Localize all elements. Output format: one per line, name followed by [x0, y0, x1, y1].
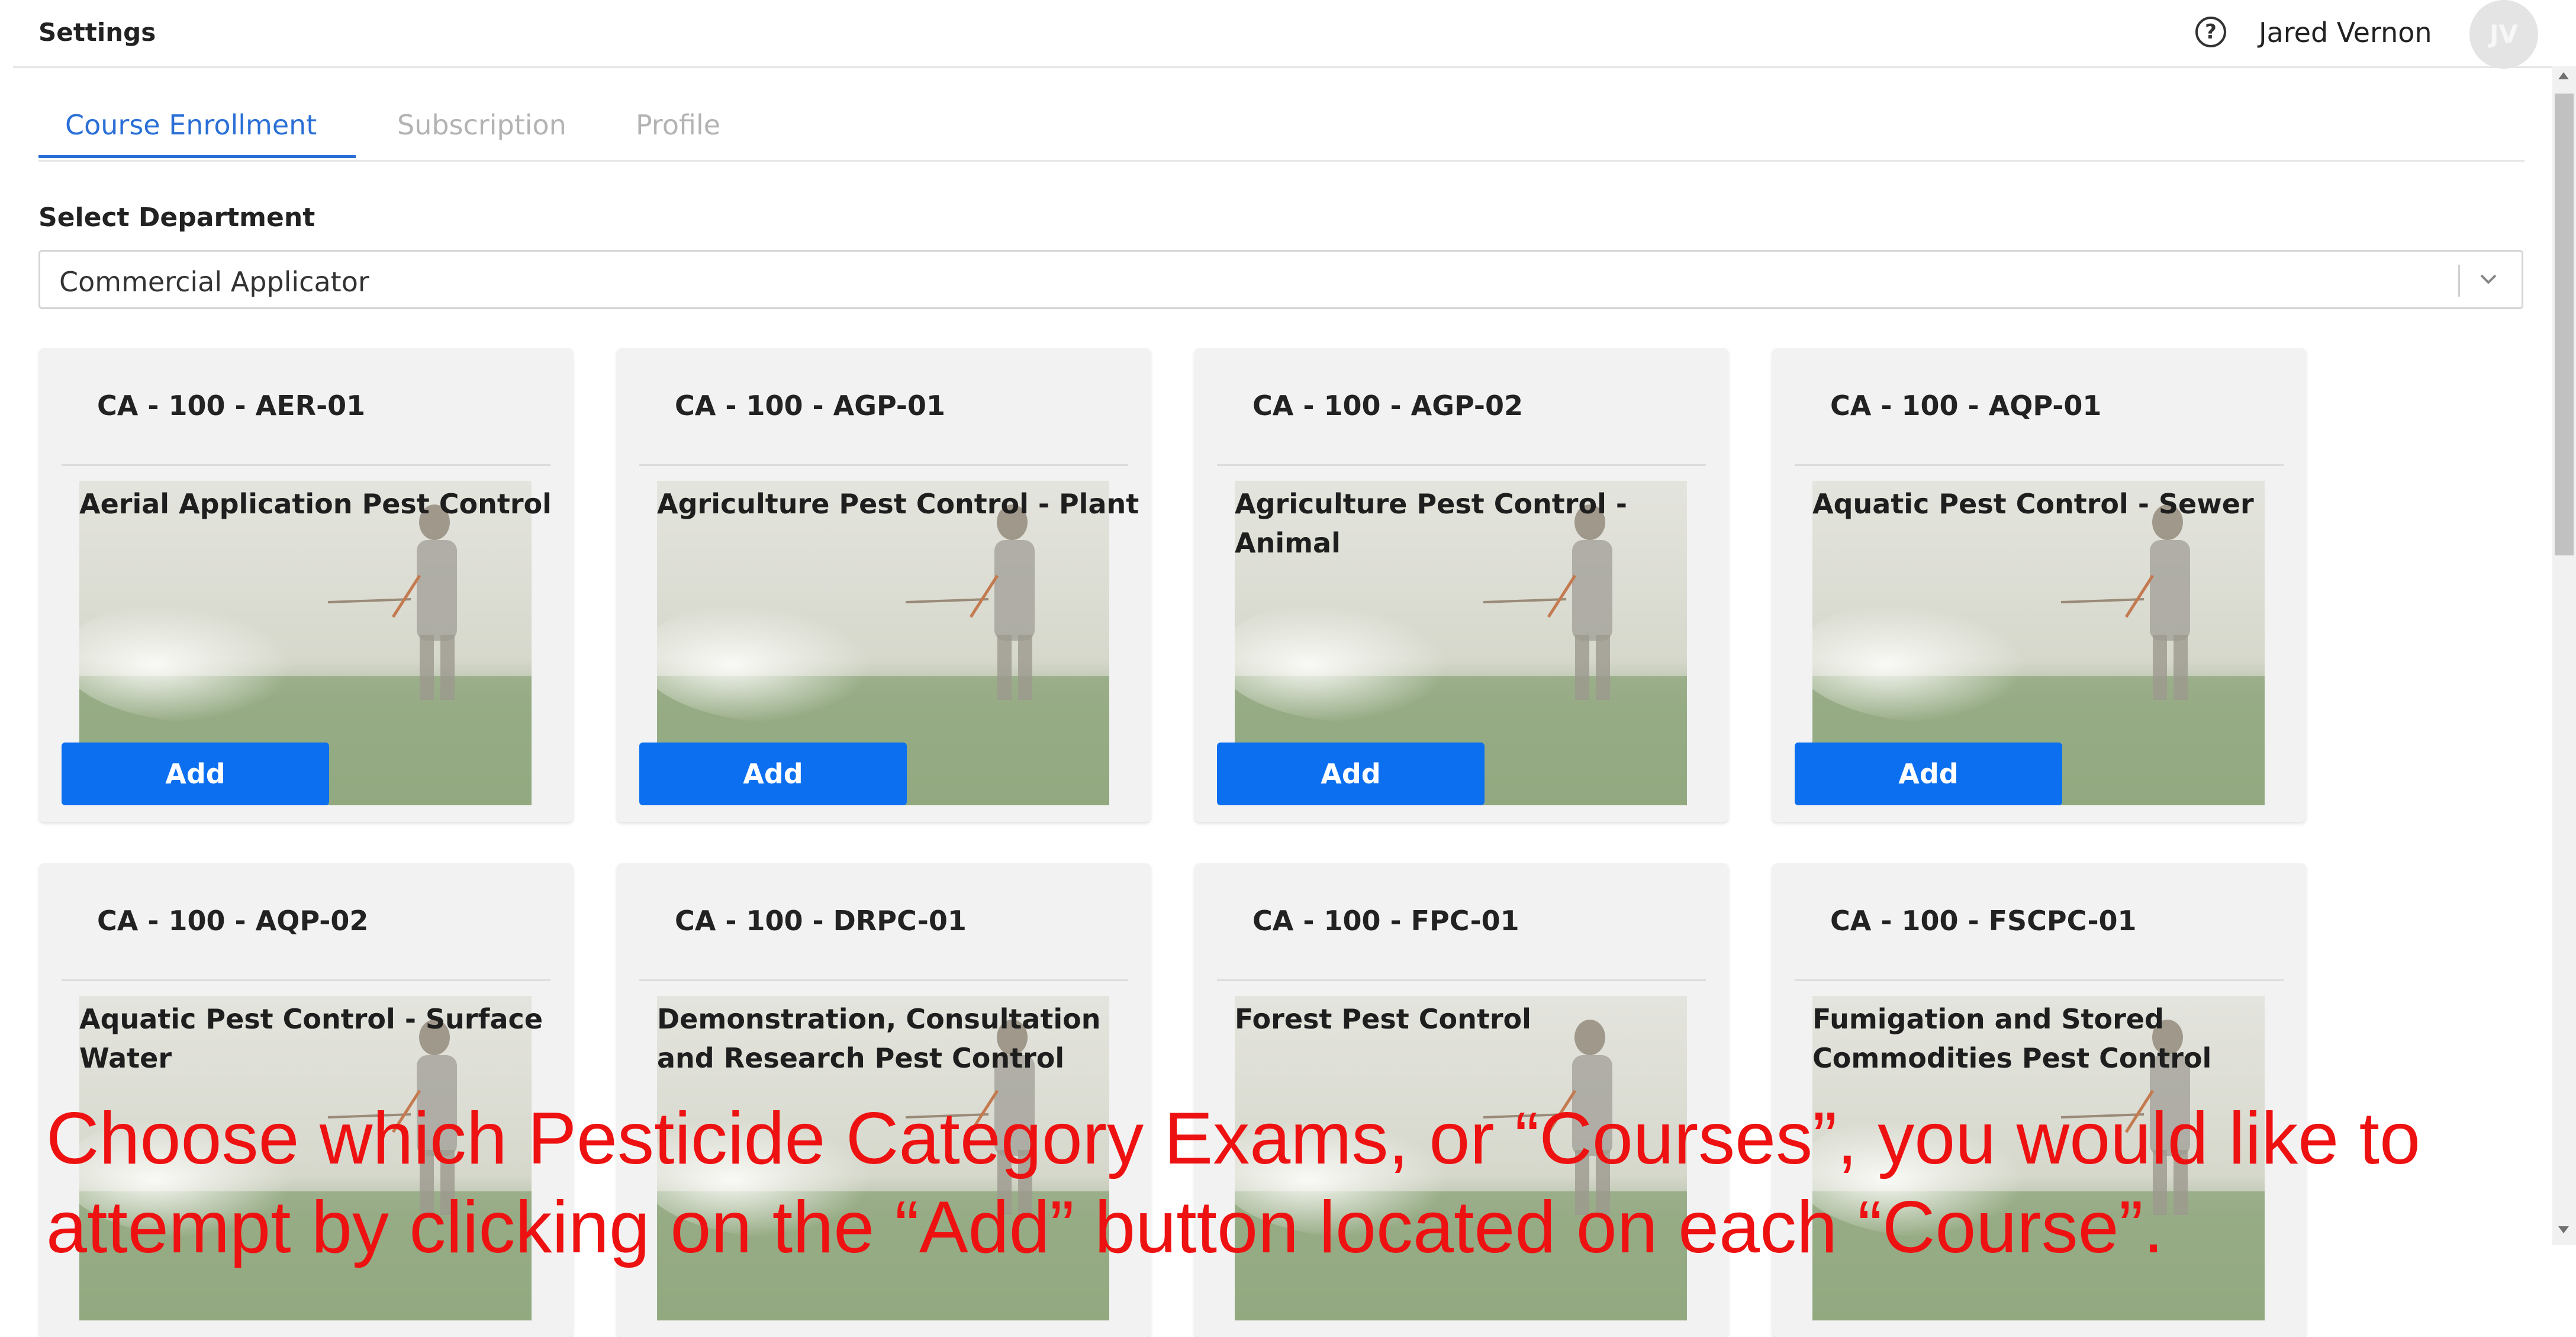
tab-bar: Course Enrollment Subscription Profile: [38, 95, 2525, 162]
scroll-up-arrow-icon[interactable]: [2558, 72, 2569, 79]
course-code: CA - 100 - FPC-01: [1252, 905, 1519, 937]
card-divider: [1217, 464, 1706, 466]
course-code: CA - 100 - DRPC-01: [675, 905, 967, 937]
department-label: Select Department: [38, 203, 315, 233]
tab-subscription[interactable]: Subscription: [397, 109, 566, 141]
course-title: Aerial Application Pest Control: [79, 488, 552, 520]
course-title: Aquatic Pest Control - Sewer: [1812, 488, 2254, 520]
scroll-thumb[interactable]: [2555, 94, 2574, 555]
course-title: Demonstration, Consultation and Research…: [657, 1003, 1101, 1074]
card-divider: [1795, 979, 2284, 981]
add-course-button[interactable]: Add: [1795, 743, 2062, 805]
header: Settings ? Jared Vernon JV: [13, 0, 2552, 69]
course-code: CA - 100 - AQP-01: [1830, 390, 2102, 422]
course-title: Forest Pest Control: [1235, 1003, 1531, 1035]
course-code: CA - 100 - FSCPC-01: [1830, 905, 2137, 937]
card-divider: [1217, 979, 1706, 981]
course-code: CA - 100 - AGP-01: [675, 390, 945, 422]
chevron-down-icon[interactable]: [2477, 267, 2500, 291]
settings-app: Settings ? Jared Vernon JV Course Enroll…: [13, 0, 2552, 1337]
course-code: CA - 100 - AQP-02: [97, 905, 369, 937]
course-title: Agriculture Pest Control - Animal: [1235, 488, 1627, 559]
course-card: CA - 100 - AQP-01 Aquatic Pest Control - …: [1772, 348, 2306, 822]
vertical-scrollbar[interactable]: [2552, 66, 2576, 1245]
course-code: CA - 100 - AER-01: [97, 390, 366, 422]
page-title: Settings: [38, 18, 156, 47]
course-title: Aquatic Pest Control - Surface Water: [79, 1003, 543, 1074]
card-divider: [639, 979, 1128, 981]
course-code: CA - 100 - AGP-02: [1252, 390, 1523, 422]
avatar[interactable]: JV: [2469, 0, 2538, 69]
help-circle-icon[interactable]: ?: [2195, 17, 2226, 47]
course-card: CA - 100 - AGP-01 Agriculture Pest Contro…: [617, 348, 1151, 822]
add-course-button[interactable]: Add: [639, 743, 907, 805]
card-divider: [639, 464, 1128, 466]
card-divider: [62, 464, 550, 466]
course-title: Agriculture Pest Control - Plant: [657, 488, 1139, 520]
scroll-down-arrow-icon[interactable]: [2558, 1226, 2569, 1233]
add-course-button[interactable]: Add: [62, 743, 329, 805]
user-name[interactable]: Jared Vernon: [2259, 17, 2432, 49]
tab-profile[interactable]: Profile: [636, 109, 720, 141]
active-tab-indicator: [38, 155, 356, 158]
select-separator: [2458, 265, 2460, 297]
tab-course-enrollment[interactable]: Course Enrollment: [65, 109, 317, 141]
course-card: CA - 100 - AGP-02 Agriculture Pest Contro…: [1194, 348, 1728, 822]
department-select-value: Commercial Applicator: [59, 266, 369, 298]
add-course-button[interactable]: Add: [1217, 743, 1485, 805]
card-divider: [62, 979, 550, 981]
card-divider: [1795, 464, 2284, 466]
course-card: CA - 100 - AER-01 Aerial Application Pest…: [39, 348, 573, 822]
department-select[interactable]: Commercial Applicator: [38, 250, 2523, 309]
instruction-caption: Choose which Pesticide Category Exams, o…: [46, 1098, 2421, 1268]
course-title: Fumigation and Stored Commodities Pest C…: [1812, 1003, 2212, 1074]
